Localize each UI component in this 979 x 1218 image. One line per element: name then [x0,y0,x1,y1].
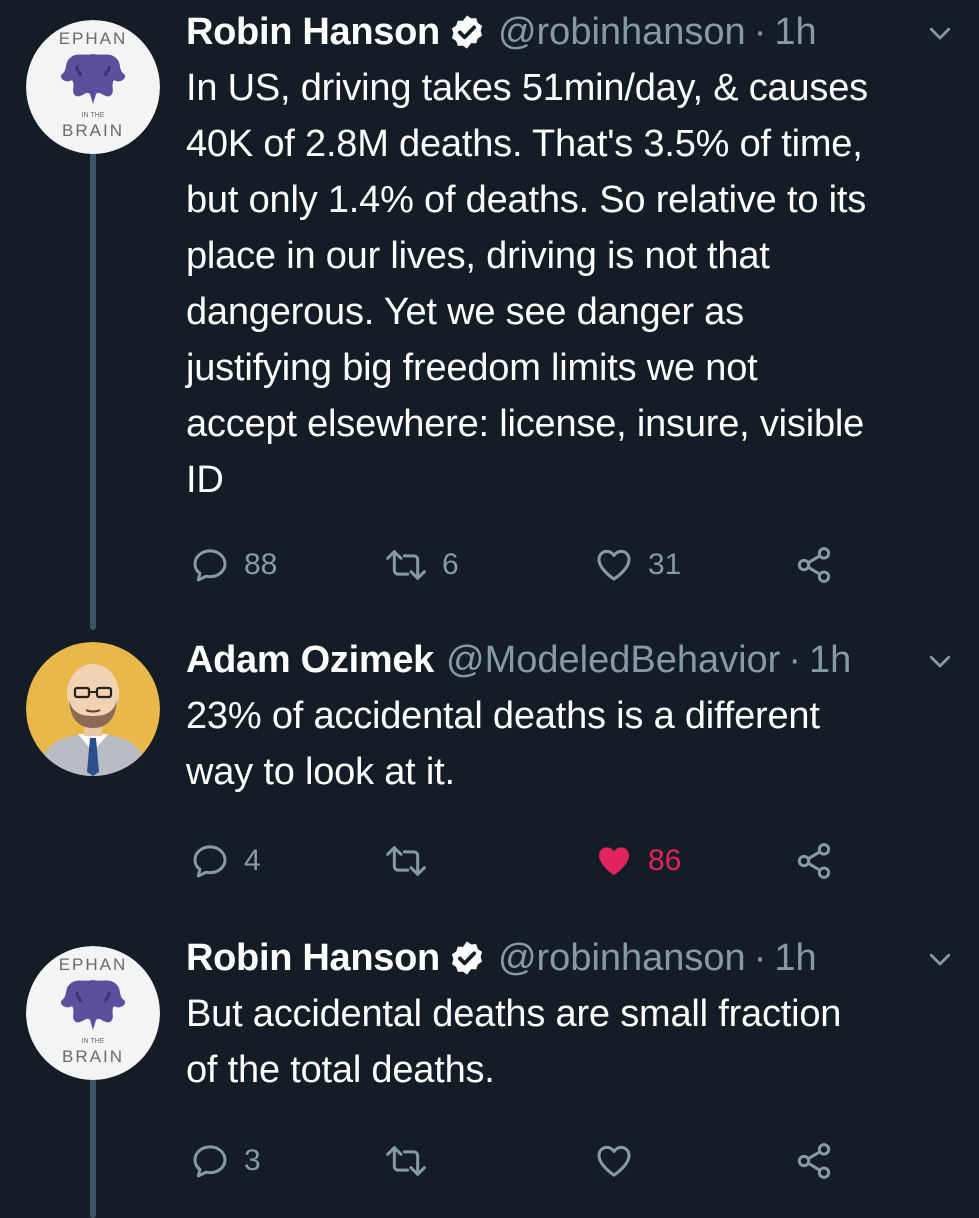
tweet-timestamp[interactable]: 1h [809,632,851,688]
retweet-button[interactable] [384,836,428,886]
tweet-text-line: ID [186,459,224,501]
tweet-text-line: In US, driving takes 51min/day, & causes [186,67,868,109]
tweet[interactable]: EPHAN IN THE BRAIN Robin Hanson @robinha… [0,928,979,1218]
retweet-icon [386,846,426,876]
heart-icon [597,1145,631,1177]
tweet[interactable]: EPHAN IN THE BRAIN Robin Hanson @robinha… [0,0,979,640]
tweet-header: Robin Hanson @robinhanson · 1h [186,4,959,60]
avatar-middle-text: IN THE [82,1038,105,1045]
reply-icon [193,845,227,878]
verified-badge-icon [451,15,482,49]
retweet-button[interactable] [384,1136,428,1186]
avatar[interactable]: EPHAN IN THE BRAIN [26,946,160,1080]
chevron-down-icon[interactable] [925,944,955,974]
author-name[interactable]: Adam Ozimek [186,632,434,688]
tweet-timestamp[interactable]: 1h [774,4,816,60]
retweet-icon [386,1146,426,1176]
tweet-text: 23% of accidental deaths is a different … [186,688,959,800]
tweet-text: But accidental deaths are small fraction… [186,986,959,1098]
tweet-text-line: 23% of accidental deaths is a different [186,695,820,737]
tweet-header: Adam Ozimek @ModeledBehavior · 1h [186,632,959,688]
separator-dot: · [753,937,767,979]
tweet-thread: EPHAN IN THE BRAIN Robin Hanson @robinha… [0,0,979,1218]
heart-icon [597,549,631,581]
tweet-text-line: but only 1.4% of deaths. So relative to … [186,179,867,221]
tweet-text-line: dangerous. Yet we see danger as [186,291,744,333]
retweet-count: 6 [442,548,459,581]
tweet-timestamp[interactable]: 1h [774,930,816,986]
tweet-header: Robin Hanson @robinhanson · 1h [186,930,959,986]
cartoon-man-avatar-icon [26,642,160,776]
rorschach-avatar-icon: EPHAN IN THE BRAIN [26,946,160,1080]
avatar-bottom-text: BRAIN [62,1047,124,1066]
avatar-top-text: EPHAN [59,955,128,974]
reply-count: 3 [244,1144,261,1177]
tweet-text-line: way to look at it. [186,751,455,793]
share-button[interactable] [794,836,834,886]
tweet-text-line: But accidental deaths are small fraction [186,993,842,1035]
tweet-text-line: place in our lives, driving is not that [186,235,770,277]
reply-button[interactable]: 3 [190,1136,261,1186]
tweet-text-line: of the total deaths. [186,1049,495,1091]
avatar[interactable] [26,642,160,776]
like-button[interactable]: 86 [594,836,681,886]
separator-dot: · [788,639,801,681]
like-count: 31 [648,548,682,581]
tweet-text-line: 40K of 2.8M deaths. That's 3.5% of time, [186,123,863,165]
reply-button[interactable]: 4 [190,836,261,886]
tweet-actions: 88 6 31 [186,540,946,590]
reply-count: 4 [244,844,261,877]
tweet-body: Adam Ozimek @ModeledBehavior · 1h 23% of… [186,632,959,800]
tweet[interactable]: Adam Ozimek @ModeledBehavior · 1h 23% of… [0,630,979,930]
author-handle[interactable]: @ModeledBehavior [446,632,780,688]
tweet-actions: 3 [186,1136,946,1186]
tweet-body: Robin Hanson @robinhanson · 1h In US, dr… [186,4,959,508]
retweet-button[interactable]: 6 [384,540,459,590]
share-icon [797,843,831,879]
thread-connector-line [90,1078,96,1218]
share-button[interactable] [794,1136,834,1186]
heart-filled-icon [599,847,629,876]
chevron-down-icon[interactable] [925,646,955,676]
author-handle[interactable]: @robinhanson [498,4,746,60]
avatar[interactable]: EPHAN IN THE BRAIN [26,20,160,154]
share-button[interactable] [794,540,834,590]
verified-badge-icon [451,941,482,975]
tweet-text-line: justifying big freedom limits we not [186,347,758,389]
share-icon [797,1143,831,1179]
author-handle[interactable]: @robinhanson [498,930,746,986]
tweet-text-line: accept elsewhere: license, insure, visib… [186,403,865,445]
separator-dot: · [753,11,767,53]
rorschach-avatar-icon: EPHAN IN THE BRAIN [26,20,160,154]
chevron-down-icon[interactable] [925,18,955,48]
reply-count: 88 [244,548,278,581]
tweet-actions: 4 86 [186,836,946,886]
tweet-body: Robin Hanson @robinhanson · 1h But accid… [186,930,959,1098]
reply-button[interactable]: 88 [190,540,277,590]
avatar-top-text: EPHAN [59,29,128,48]
author-name[interactable]: Robin Hanson [186,930,440,986]
avatar-bottom-text: BRAIN [62,121,124,140]
like-count: 86 [648,844,682,877]
reply-icon [193,1145,227,1178]
share-icon [797,547,831,583]
tweet-text: In US, driving takes 51min/day, & causes… [186,60,959,508]
like-button[interactable]: 31 [594,540,681,590]
reply-icon [193,549,227,582]
author-name[interactable]: Robin Hanson [186,4,440,60]
avatar-middle-text: IN THE [82,112,105,119]
retweet-icon [386,550,426,580]
like-button[interactable] [594,1136,634,1186]
thread-connector-line [90,150,96,630]
